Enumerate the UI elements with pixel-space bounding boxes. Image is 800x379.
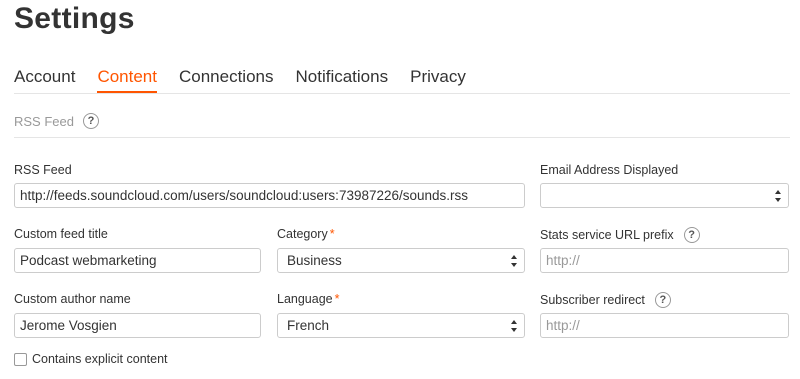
select-arrows-icon bbox=[511, 320, 517, 332]
required-mark: * bbox=[334, 292, 340, 306]
tab-connections[interactable]: Connections bbox=[179, 66, 274, 93]
subscriber-redirect-input[interactable]: http:// bbox=[540, 313, 789, 338]
stats-prefix-label: Stats service URL prefix ? bbox=[540, 227, 700, 243]
question-icon[interactable]: ? bbox=[82, 113, 99, 129]
tabs-divider bbox=[14, 93, 790, 94]
language-value: French bbox=[287, 318, 330, 333]
stats-prefix-input[interactable]: http:// bbox=[540, 248, 789, 273]
category-select[interactable]: Business bbox=[277, 248, 525, 273]
email-displayed-select[interactable] bbox=[540, 183, 789, 208]
rss-feed-label-text: RSS Feed bbox=[14, 163, 72, 177]
custom-author-input[interactable]: Jerome Vosgien bbox=[14, 313, 261, 338]
explicit-content-label: Contains explicit content bbox=[32, 352, 168, 366]
language-select[interactable]: French bbox=[277, 313, 525, 338]
settings-tabs: Account Content Connections Notification… bbox=[14, 66, 800, 94]
email-displayed-label-text: Email Address Displayed bbox=[540, 163, 679, 177]
section-divider bbox=[14, 137, 790, 138]
custom-feed-title-label: Custom feed title bbox=[14, 227, 108, 241]
explicit-content-row: Contains explicit content bbox=[14, 352, 168, 366]
category-value: Business bbox=[287, 253, 342, 268]
tab-content[interactable]: Content bbox=[97, 66, 157, 93]
select-arrows-icon bbox=[775, 190, 781, 202]
category-label: Category * bbox=[277, 227, 335, 241]
page-title: Settings bbox=[14, 2, 135, 35]
email-displayed-label: Email Address Displayed bbox=[540, 163, 678, 177]
required-mark: * bbox=[329, 227, 335, 241]
language-label: Language * bbox=[277, 292, 340, 306]
subscriber-redirect-label-text: Subscriber redirect bbox=[540, 293, 645, 307]
custom-feed-title-label-text: Custom feed title bbox=[14, 227, 108, 241]
subscriber-redirect-label: Subscriber redirect ? bbox=[540, 292, 671, 308]
rss-feed-label: RSS Feed bbox=[14, 163, 72, 177]
custom-author-label-text: Custom author name bbox=[14, 292, 131, 306]
stats-prefix-label-text: Stats service URL prefix bbox=[540, 228, 674, 242]
custom-feed-title-input[interactable]: Podcast webmarketing bbox=[14, 248, 261, 273]
explicit-content-checkbox[interactable] bbox=[14, 352, 27, 366]
question-icon[interactable]: ? bbox=[654, 292, 671, 308]
rss-feed-input[interactable]: http://feeds.soundcloud.com/users/soundc… bbox=[14, 183, 525, 208]
section-header: RSS Feed ? bbox=[14, 113, 99, 129]
question-icon[interactable]: ? bbox=[683, 227, 700, 243]
tab-privacy[interactable]: Privacy bbox=[410, 66, 466, 93]
category-label-text: Category bbox=[277, 227, 328, 241]
tab-notifications[interactable]: Notifications bbox=[296, 66, 389, 93]
section-label: RSS Feed bbox=[14, 113, 74, 129]
select-arrows-icon bbox=[511, 255, 517, 267]
custom-author-label: Custom author name bbox=[14, 292, 131, 306]
tab-account[interactable]: Account bbox=[14, 66, 75, 93]
language-label-text: Language bbox=[277, 292, 333, 306]
